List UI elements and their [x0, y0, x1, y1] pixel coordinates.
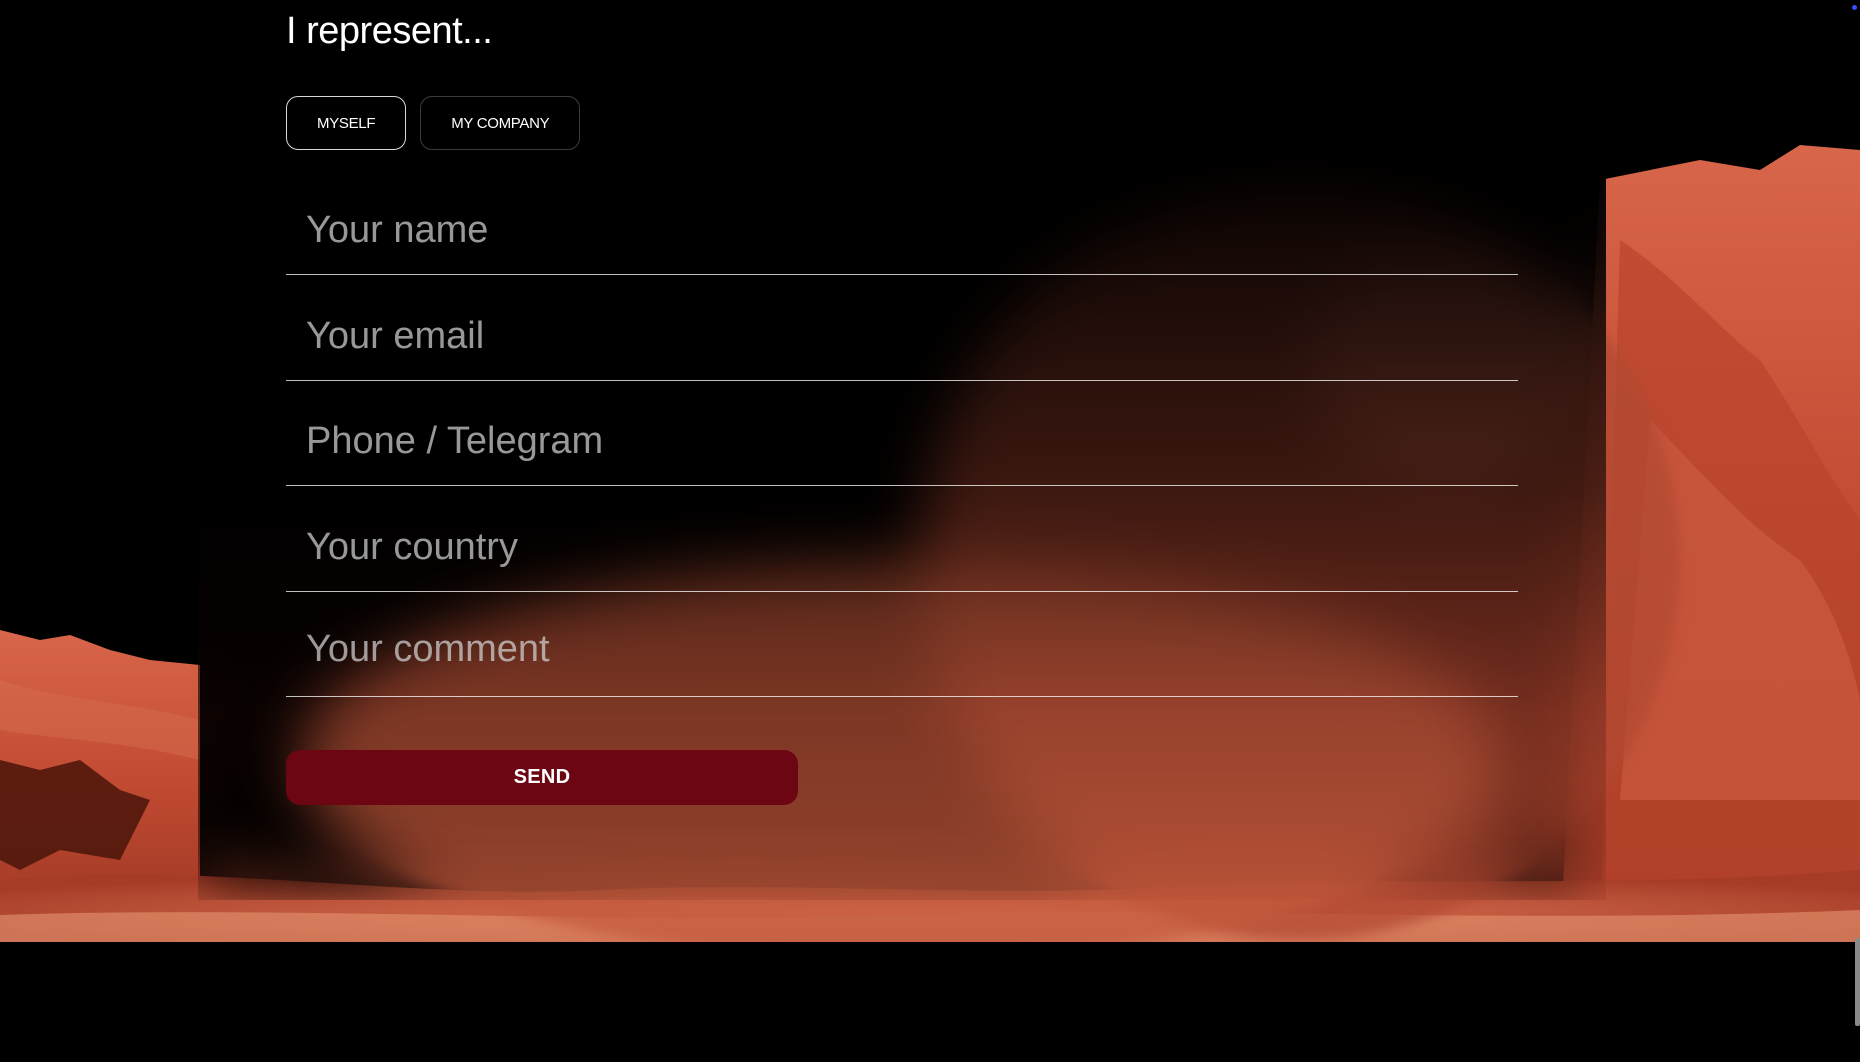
footer-band: [0, 942, 1860, 1062]
form-heading: I represent...: [286, 10, 493, 52]
send-button[interactable]: SEND: [286, 750, 798, 805]
phone-telegram-input[interactable]: [306, 420, 1496, 463]
corner-indicator-dot: [1852, 5, 1857, 10]
country-input[interactable]: [306, 526, 1496, 569]
name-field: [286, 170, 1518, 275]
comment-textarea[interactable]: [306, 626, 1496, 674]
myself-option-button[interactable]: MYSELF: [286, 96, 407, 150]
email-field: [286, 276, 1518, 381]
scrollbar-thumb[interactable]: [1855, 938, 1860, 1026]
email-input[interactable]: [306, 315, 1496, 358]
country-field: [286, 487, 1518, 592]
comment-field: [286, 592, 1518, 697]
phone-field: [286, 381, 1518, 486]
contact-page: I represent... MYSELF MY COMPANY SEND: [0, 0, 1860, 1062]
name-input[interactable]: [306, 209, 1496, 252]
represent-toggle-group: MYSELF MY COMPANY: [286, 96, 581, 150]
my-company-option-button[interactable]: MY COMPANY: [420, 96, 581, 150]
